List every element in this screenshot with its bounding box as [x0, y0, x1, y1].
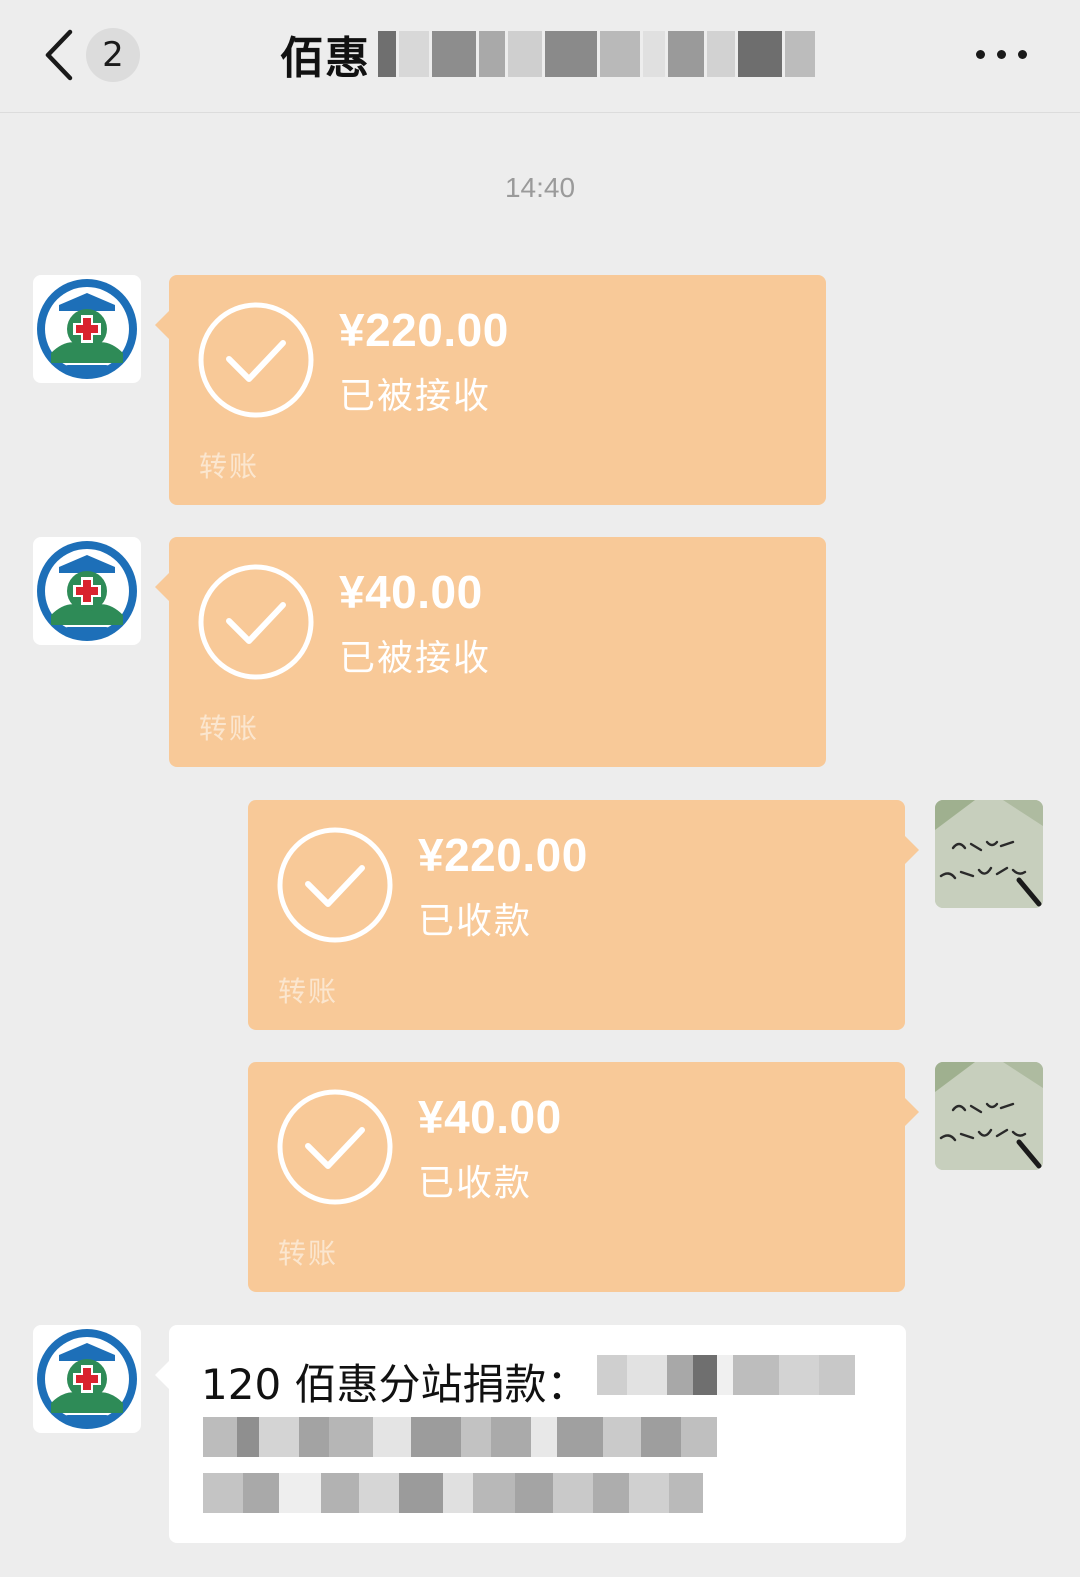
- clinic-logo-icon: [37, 279, 137, 379]
- transfer-type-label: 转账: [278, 1237, 339, 1270]
- back-button[interactable]: 2: [30, 18, 150, 94]
- transfer-type-label: 转账: [199, 712, 260, 745]
- transfer-status: 已收款: [418, 901, 533, 942]
- transfer-amount: ¥220.00: [339, 304, 509, 356]
- redacted-text: [597, 1355, 855, 1395]
- check-circle-icon: [277, 1089, 393, 1205]
- transfer-type-label: 转账: [278, 975, 339, 1008]
- transfer-message[interactable]: ¥220.00 已被接收 转账: [155, 275, 826, 505]
- transfer-type-label: 转账: [199, 450, 260, 483]
- calligraphy-photo-icon: [935, 1062, 1043, 1170]
- more-options-button[interactable]: [974, 36, 1030, 76]
- transfer-message[interactable]: ¥40.00 已收款 转账: [248, 1062, 919, 1292]
- transfer-amount: ¥220.00: [418, 829, 588, 881]
- calligraphy-photo-icon: [935, 800, 1043, 908]
- redacted-title-text: [378, 27, 818, 81]
- contact-avatar[interactable]: [33, 275, 141, 383]
- message-timestamp: 14:40: [504, 172, 576, 203]
- unread-count-badge: 2: [86, 28, 140, 82]
- my-avatar[interactable]: [935, 800, 1043, 908]
- transfer-status: 已收款: [418, 1163, 533, 1204]
- check-circle-icon: [198, 564, 314, 680]
- text-message[interactable]: 120 佰惠分站捐款：: [155, 1325, 906, 1543]
- more-dots-icon: [976, 50, 985, 59]
- transfer-amount: ¥40.00: [418, 1091, 562, 1143]
- clinic-logo-icon: [37, 1329, 137, 1429]
- chat-header: 2 佰惠: [0, 0, 1080, 113]
- check-circle-icon: [277, 827, 393, 943]
- message-text: 120 佰惠分站捐款：: [201, 1360, 589, 1409]
- chevron-left-icon: [45, 29, 73, 81]
- chat-title: 佰惠: [280, 33, 370, 84]
- redacted-text: [203, 1417, 717, 1457]
- clinic-logo-icon: [37, 541, 137, 641]
- transfer-amount: ¥40.00: [339, 566, 483, 618]
- transfer-message[interactable]: ¥40.00 已被接收 转账: [155, 537, 826, 767]
- transfer-status: 已被接收: [339, 638, 492, 679]
- redacted-text: [203, 1473, 703, 1513]
- chat-title-area: 佰惠: [280, 22, 818, 86]
- transfer-status: 已被接收: [339, 376, 492, 417]
- check-circle-icon: [198, 302, 314, 418]
- transfer-message[interactable]: ¥220.00 已收款 转账: [248, 800, 919, 1030]
- my-avatar[interactable]: [935, 1062, 1043, 1170]
- contact-avatar[interactable]: [33, 537, 141, 645]
- contact-avatar[interactable]: [33, 1325, 141, 1433]
